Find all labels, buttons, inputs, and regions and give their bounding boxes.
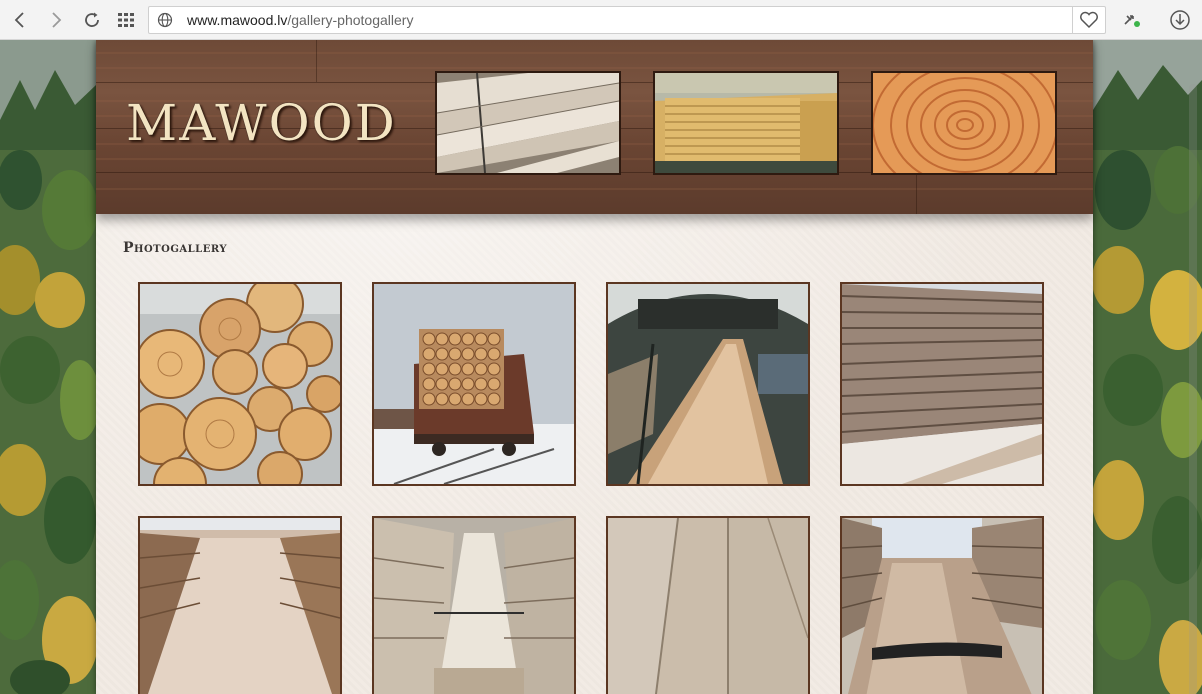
extension-icon[interactable]: [1120, 8, 1144, 32]
address-separator: [1072, 6, 1073, 34]
url-path: /gallery-photogallery: [287, 12, 414, 28]
globe-icon: [157, 12, 173, 32]
gallery-photo-stacked-boards[interactable]: [840, 282, 1044, 486]
forest-background-right: [1092, 40, 1202, 694]
gallery-photo-log-ends[interactable]: [138, 282, 342, 486]
gallery-photo-strapped-bundle[interactable]: [372, 516, 576, 694]
back-icon[interactable]: [8, 8, 32, 32]
heart-icon[interactable]: [1077, 8, 1101, 32]
download-icon[interactable]: [1168, 8, 1192, 32]
page-scrollbar[interactable]: [1189, 84, 1197, 694]
gallery-photo-plank-closeup[interactable]: [606, 516, 810, 694]
browser-toolbar: www.mawood.lv/gallery-photogallery: [0, 0, 1202, 40]
header-photo-planks: [435, 71, 621, 175]
gallery-photo-snowy-stacks[interactable]: [840, 516, 1044, 694]
address-bar[interactable]: www.mawood.lv/gallery-photogallery: [148, 6, 1106, 34]
page-title: Photogallery: [123, 240, 227, 256]
web-page: MAWOOD Photogallery: [0, 40, 1202, 694]
site-header: MAWOOD: [96, 40, 1093, 214]
url-text: www.mawood.lv/gallery-photogallery: [187, 12, 413, 28]
site-logo[interactable]: MAWOOD: [126, 94, 397, 152]
content-column: MAWOOD Photogallery: [96, 40, 1093, 694]
gallery-photo-rail-wagon-logs[interactable]: [372, 282, 576, 486]
gallery-photo-board-aisle[interactable]: [138, 516, 342, 694]
header-photo-lumber-stacks: [653, 71, 839, 175]
forward-icon[interactable]: [44, 8, 68, 32]
speed-dial-icon[interactable]: [114, 8, 138, 32]
url-host: www.mawood.lv: [187, 12, 288, 28]
forest-background-left: [0, 40, 100, 694]
gallery-photo-sawmill-log[interactable]: [606, 282, 810, 486]
reload-icon[interactable]: [80, 8, 104, 32]
header-photo-tree-rings: [871, 71, 1057, 175]
